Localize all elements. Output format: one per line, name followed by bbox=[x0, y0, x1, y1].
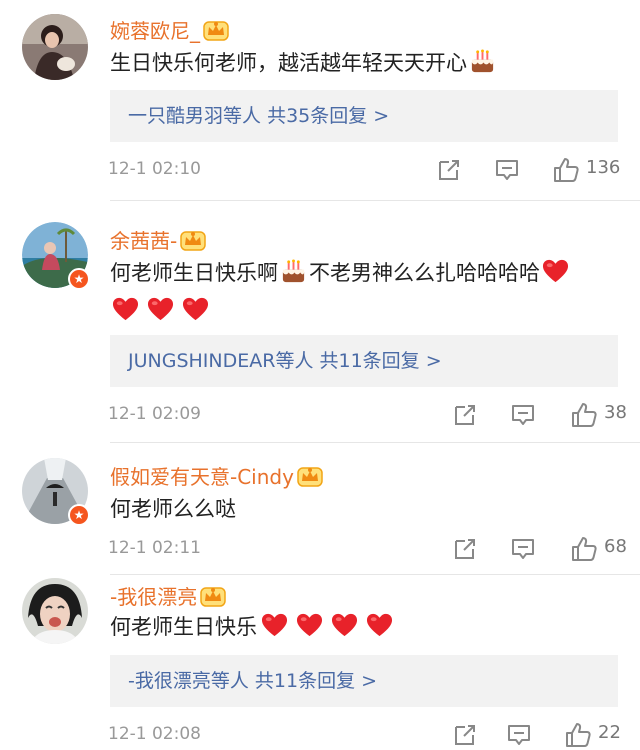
comment-text: 何老师么么哒 bbox=[110, 497, 236, 521]
replies-summary[interactable]: 一只酷男羽等人 共35条回复 > bbox=[110, 90, 618, 142]
crown-badge-icon bbox=[180, 229, 206, 251]
thumbs-up-icon[interactable] bbox=[564, 720, 592, 750]
divider bbox=[110, 442, 640, 443]
comment-text: 何老师生日快乐啊 不老男神么么扎哈哈哈哈 bbox=[110, 254, 625, 330]
comment-text: 生日快乐何老师，越活越年轻天天开心 bbox=[110, 44, 625, 82]
divider bbox=[110, 574, 640, 575]
username[interactable]: -我很漂亮 bbox=[110, 581, 226, 610]
birthday-cake-emoji bbox=[469, 48, 496, 75]
thumbs-up-icon[interactable] bbox=[570, 534, 598, 564]
timestamp: 12-1 02:11 bbox=[108, 538, 201, 558]
comment-icon[interactable] bbox=[510, 534, 536, 564]
birthday-cake-emoji bbox=[280, 258, 307, 285]
thumbs-up-icon[interactable] bbox=[552, 155, 580, 185]
username[interactable]: 余茜茜- bbox=[110, 225, 206, 254]
red-heart-emoji bbox=[366, 612, 393, 639]
red-heart-emoji bbox=[112, 296, 139, 323]
repost-icon[interactable] bbox=[436, 155, 462, 185]
verified-badge-icon: ★ bbox=[68, 268, 90, 290]
action-bar: 38 bbox=[436, 400, 627, 430]
comment-icon[interactable] bbox=[510, 400, 536, 430]
avatar[interactable]: ★ bbox=[22, 222, 90, 290]
red-heart-emoji bbox=[542, 258, 569, 285]
crown-badge-icon bbox=[203, 19, 229, 41]
replies-summary[interactable]: -我很漂亮等人 共11条回复 > bbox=[110, 655, 618, 707]
comment-text: 何老师生日快乐 bbox=[110, 608, 625, 646]
timestamp: 12-1 02:09 bbox=[108, 404, 201, 424]
username[interactable]: 假如爱有天意-Cindy bbox=[110, 461, 323, 490]
comment-icon[interactable] bbox=[506, 720, 532, 750]
action-bar: 136 bbox=[436, 155, 626, 185]
red-heart-emoji bbox=[147, 296, 174, 323]
avatar[interactable]: ★ bbox=[22, 458, 90, 526]
red-heart-emoji bbox=[331, 612, 358, 639]
red-heart-emoji bbox=[296, 612, 323, 639]
timestamp: 12-1 02:10 bbox=[108, 159, 201, 179]
like-count: 22 bbox=[598, 722, 621, 743]
crown-badge-icon bbox=[297, 465, 323, 487]
like-count: 136 bbox=[586, 157, 621, 178]
divider bbox=[110, 200, 640, 201]
avatar[interactable] bbox=[22, 14, 88, 80]
crown-badge-icon bbox=[200, 585, 226, 607]
comment-icon[interactable] bbox=[494, 155, 520, 185]
like-count: 68 bbox=[604, 536, 627, 557]
action-bar: 22 bbox=[436, 720, 626, 750]
repost-icon[interactable] bbox=[452, 400, 478, 430]
timestamp: 12-1 02:08 bbox=[108, 724, 201, 744]
red-heart-emoji bbox=[182, 296, 209, 323]
like-count: 38 bbox=[604, 402, 627, 423]
verified-badge-icon: ★ bbox=[68, 504, 90, 526]
repost-icon[interactable] bbox=[452, 720, 478, 750]
avatar[interactable] bbox=[22, 578, 88, 644]
red-heart-emoji bbox=[261, 612, 288, 639]
replies-summary[interactable]: JUNGSHINDEAR等人 共11条回复 > bbox=[110, 335, 618, 387]
username[interactable]: 婉蓉欧尼_ bbox=[110, 15, 229, 44]
repost-icon[interactable] bbox=[452, 534, 478, 564]
action-bar: 68 bbox=[436, 534, 627, 564]
thumbs-up-icon[interactable] bbox=[570, 400, 598, 430]
